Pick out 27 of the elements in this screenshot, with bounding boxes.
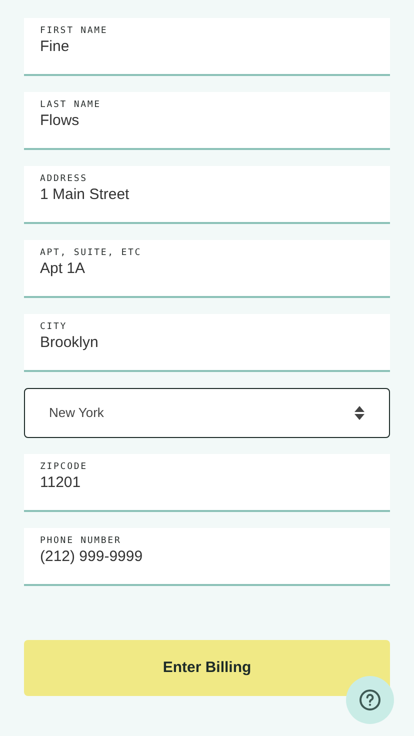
text-field[interactable]: ADDRESS 1 Main Street — [24, 166, 390, 224]
field-label: LAST NAME — [40, 99, 102, 111]
text-field[interactable]: FIRST NAME Fine — [24, 18, 390, 76]
help-icon — [359, 689, 381, 711]
select-value: New York — [49, 404, 104, 422]
field-label: APT, SUITE, ETC — [40, 247, 143, 259]
field-value: Apt 1A — [40, 259, 86, 279]
text-field[interactable]: ZIPCODE 11201 — [24, 454, 390, 512]
field-label: ZIPCODE — [40, 461, 88, 473]
text-field[interactable]: PHONE NUMBER (212) 999-9999 — [24, 528, 390, 586]
sort-arrows-icon — [354, 405, 365, 421]
text-field[interactable]: APT, SUITE, ETC Apt 1A — [24, 240, 390, 298]
enter-billing-button[interactable]: Enter Billing — [24, 640, 390, 696]
help-button[interactable] — [346, 676, 394, 724]
field-value: Fine — [40, 37, 70, 57]
field-label: FIRST NAME — [40, 25, 109, 37]
state-select[interactable]: New York — [24, 388, 390, 438]
field-value: (212) 999-9999 — [40, 547, 144, 567]
text-field[interactable]: CITY Brooklyn — [24, 314, 390, 372]
field-label: CITY — [40, 321, 68, 333]
field-value: 1 Main Street — [40, 185, 130, 205]
field-label: PHONE NUMBER — [40, 535, 122, 547]
field-value: Flows — [40, 111, 80, 131]
field-value: 11201 — [40, 473, 82, 493]
field-value: Brooklyn — [40, 333, 100, 353]
field-label: ADDRESS — [40, 173, 88, 185]
text-field[interactable]: LAST NAME Flows — [24, 92, 390, 150]
